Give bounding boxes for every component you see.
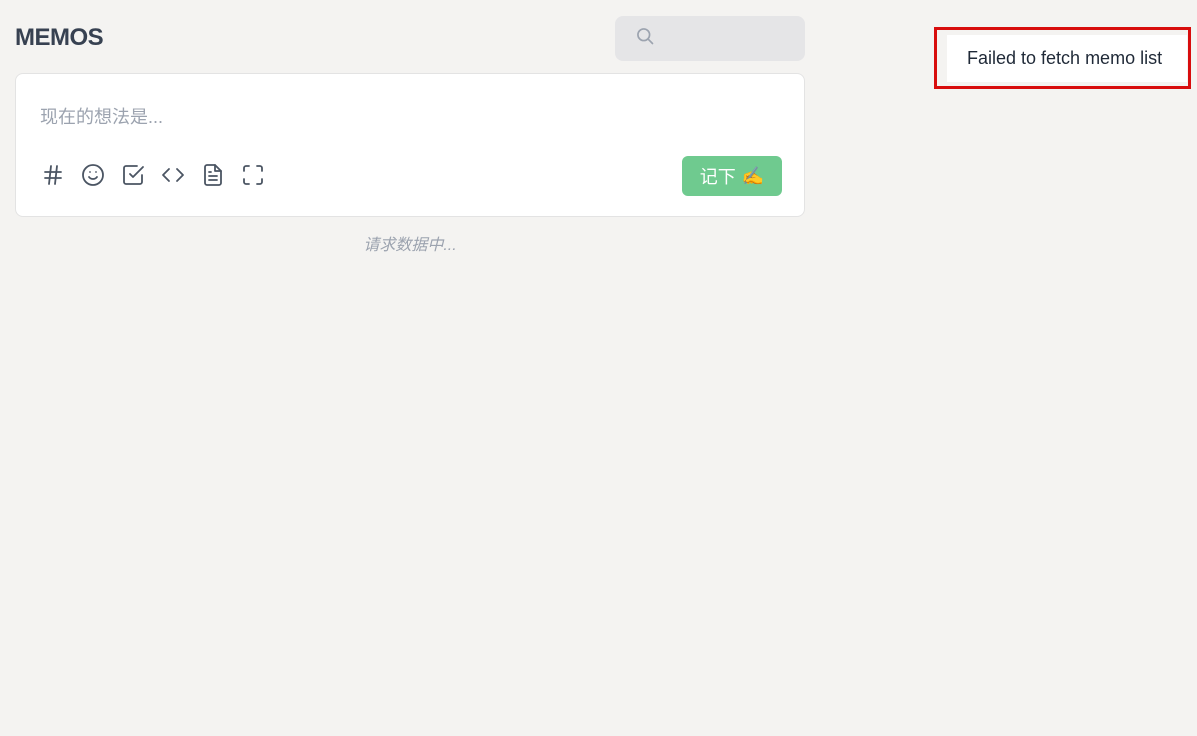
- hashtag-button[interactable]: [40, 162, 66, 188]
- search-box[interactable]: [615, 16, 807, 61]
- file-button[interactable]: [200, 162, 226, 188]
- toast-message: Failed to fetch memo list: [967, 48, 1163, 68]
- app-title: MEMOS: [15, 24, 104, 51]
- code-button[interactable]: [160, 162, 186, 188]
- save-memo-button[interactable]: 记下 ✍️: [682, 156, 782, 196]
- emoji-icon: [82, 164, 104, 186]
- error-toast[interactable]: Failed to fetch memo list: [947, 35, 1187, 82]
- code-icon: [162, 168, 184, 182]
- memo-editor: 记下 ✍️: [15, 73, 805, 217]
- fullscreen-icon: [243, 165, 263, 185]
- loading-status: 请求数据中...: [363, 237, 457, 254]
- save-button-label: 记下: [699, 167, 736, 187]
- search-icon: [635, 26, 655, 51]
- file-text-icon: [204, 164, 222, 186]
- search-input[interactable]: [663, 29, 807, 48]
- editor-toolbar: [40, 162, 280, 188]
- memo-editor-input[interactable]: [40, 102, 780, 132]
- checkbox-icon: [123, 165, 144, 185]
- checkbox-button[interactable]: [120, 162, 146, 188]
- fullscreen-button[interactable]: [240, 162, 266, 188]
- emoji-button[interactable]: [80, 162, 106, 188]
- hashtag-icon: [44, 165, 62, 185]
- writing-hand-icon: ✍️: [741, 165, 765, 186]
- header: MEMOS: [15, 16, 807, 61]
- memos-page: MEMOS 现在的想法是... 记下 ✍️ 请求数据中... Failed to…: [0, 0, 1197, 736]
